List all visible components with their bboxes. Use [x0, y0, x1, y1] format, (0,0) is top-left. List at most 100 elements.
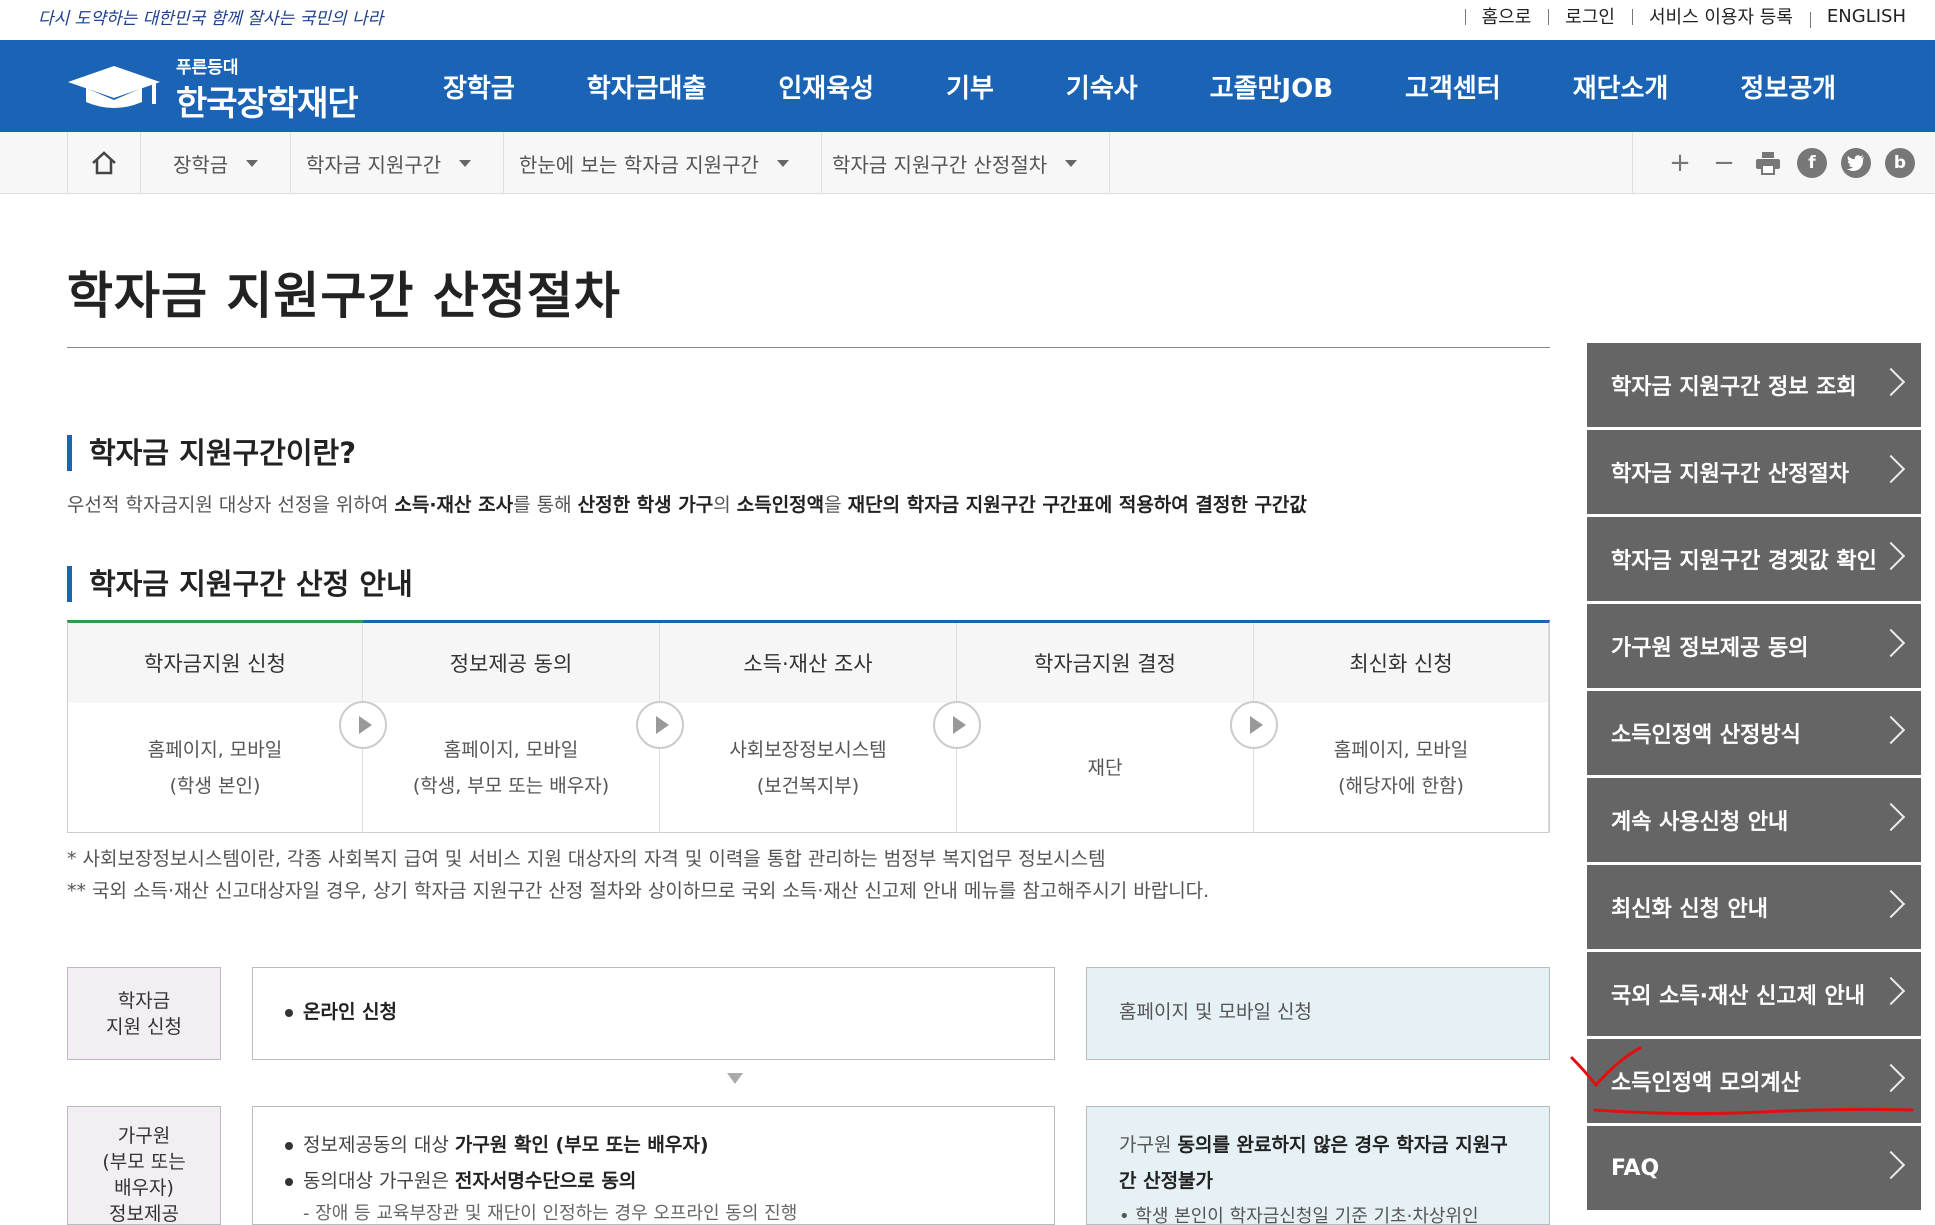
page-title: 학자금 지원구간 산정절차	[67, 267, 621, 325]
step-body: 사회보장정보시스템 (보건복지부)	[660, 703, 956, 833]
step-decision: 학자금지원 결정 재단	[957, 623, 1254, 833]
gnb-disclosure[interactable]: 정보공개	[1740, 68, 1836, 105]
kosaf-logo[interactable]: 푸른등대 한국장학재단	[68, 50, 368, 124]
side-item-faq[interactable]: FAQ	[1587, 1126, 1921, 1210]
play-arrow-icon	[933, 701, 981, 749]
gnb-customer-center[interactable]: 고객센터	[1405, 68, 1501, 105]
main-navigation: 푸른등대 한국장학재단 장학금 학자금대출 인재육성 기부 기숙사 고졸만JOB…	[0, 40, 1935, 132]
gnb-student-loan[interactable]: 학자금대출	[587, 68, 707, 105]
step-line: (해당자에 한함)	[1338, 775, 1464, 797]
step-body: 재단	[957, 703, 1253, 833]
row-label-line: (부모 또는	[102, 1151, 186, 1173]
home-button[interactable]	[67, 132, 141, 194]
side-item-label: 국외 소득·재산 신고제 안내	[1611, 984, 1865, 1009]
login-link[interactable]: 로그인	[1548, 3, 1632, 29]
row-info-consent: 가구원 동의를 완료하지 않은 경우 학자금 지원구간 산정불가 • 학생 본인…	[1086, 1106, 1550, 1225]
side-item-family-consent[interactable]: 가구원 정보제공 동의	[1587, 604, 1921, 688]
info-bold: 동의를 완료하지 않은 경우 학자금 지원구간 산정불가	[1119, 1134, 1508, 1192]
desc-bold: 소득인정액	[736, 494, 825, 516]
breadcrumb-label: 장학금	[173, 152, 229, 177]
row-info-apply: 홈페이지 및 모바일 신청	[1086, 967, 1550, 1060]
step-line: (보건복지부)	[756, 775, 860, 797]
breadcrumb-label: 학자금 지원구간	[306, 152, 442, 177]
side-item-label: FAQ	[1611, 1155, 1660, 1181]
breadcrumb-item-1[interactable]: 장학금	[141, 132, 292, 194]
chevron-down-icon	[1065, 159, 1078, 167]
row-label-line: 지원 신청	[106, 1015, 182, 1038]
side-item-update-guide[interactable]: 최신화 신청 안내	[1587, 865, 1921, 949]
gnb-menu: 장학금 학자금대출 인재육성 기부 기숙사 고졸만JOB 고객센터 재단소개 정…	[410, 40, 1836, 132]
list-item: 정보제공동의 대상 가구원 확인 (부모 또는 배우자)	[283, 1127, 1024, 1163]
breadcrumb-label: 학자금 지원구간 산정절차	[832, 152, 1048, 177]
step-investigation: 소득·재산 조사 사회보장정보시스템 (보건복지부)	[660, 623, 957, 833]
gnb-dormitory[interactable]: 기숙사	[1066, 68, 1138, 105]
side-item-label: 학자금 지원구간 정보 조회	[1611, 375, 1857, 400]
gnb-talent[interactable]: 인재육성	[778, 68, 874, 105]
side-item-label: 최신화 신청 안내	[1611, 897, 1768, 922]
chevron-down-icon	[459, 159, 472, 167]
chevron-down-icon	[776, 159, 789, 167]
step-title: 학자금지원 결정	[957, 623, 1253, 703]
twitter-icon[interactable]	[1841, 148, 1871, 178]
blog-icon[interactable]: b	[1885, 148, 1915, 178]
chevron-right-icon	[1876, 1150, 1906, 1180]
list-subitem: - 장애 등 교육부장관 및 재단이 인정하는 경우 오프라인 동의 진행	[303, 1203, 798, 1224]
breadcrumb: 장학금 학자금 지원구간 한눈에 보는 학자금 지원구간 학자금 지원구간 산정…	[0, 132, 1935, 194]
step-title: 학자금지원 신청	[68, 623, 362, 703]
row-label-line: 배우자)	[114, 1177, 174, 1199]
side-item-label: 가구원 정보제공 동의	[1611, 636, 1809, 661]
chevron-right-icon	[1876, 367, 1906, 397]
side-item-overseas[interactable]: 국외 소득·재산 신고제 안내	[1587, 952, 1921, 1036]
step-apply: 학자금지원 신청 홈페이지, 모바일 (학생 본인)	[68, 623, 363, 833]
home-link[interactable]: 홈으로	[1464, 3, 1549, 29]
list-text: 정보제공동의 대상	[303, 1134, 455, 1156]
english-link[interactable]: ENGLISH	[1809, 6, 1923, 28]
register-link[interactable]: 서비스 이용자 등록	[1631, 3, 1810, 29]
facebook-icon[interactable]: f	[1797, 148, 1827, 178]
list-bold: 전자서명수단으로 동의	[454, 1170, 637, 1192]
step-line: 사회보장정보시스템	[729, 739, 887, 761]
twitter-bird-icon	[1847, 155, 1864, 171]
side-item-continued-use[interactable]: 계속 사용신청 안내	[1587, 778, 1921, 862]
list-text: 동의대상 가구원은	[303, 1170, 455, 1192]
section-heading-guide: 학자금 지원구간 산정 안내	[67, 566, 413, 602]
breadcrumb-label: 한눈에 보는 학자금 지원구간	[519, 152, 759, 177]
zoom-out-button[interactable]: −	[1709, 148, 1739, 178]
step-body: 홈페이지, 모바일 (해당자에 한함)	[1254, 703, 1548, 833]
desc-part: 을	[824, 494, 848, 516]
breadcrumb-item-2[interactable]: 학자금 지원구간	[274, 132, 505, 194]
row-label-line: 학자금	[117, 989, 171, 1012]
breadcrumb-item-4[interactable]: 학자금 지원구간 산정절차	[800, 132, 1111, 194]
gnb-job[interactable]: 고졸만JOB	[1210, 68, 1333, 105]
side-item-label: 학자금 지원구간 산정절차	[1611, 462, 1849, 487]
chevron-right-icon	[1876, 454, 1906, 484]
play-arrow-icon	[1230, 701, 1278, 749]
step-title: 소득·재산 조사	[660, 623, 956, 703]
side-item-label: 소득인정액 모의계산	[1611, 1071, 1801, 1096]
desc-bold: 소득·재산 조사	[394, 494, 514, 516]
side-item-income-method[interactable]: 소득인정액 산정방식	[1587, 691, 1921, 775]
gnb-about[interactable]: 재단소개	[1573, 68, 1669, 105]
chevron-right-icon	[1876, 889, 1906, 919]
info-subitem: • 학생 본인이 학자금신청일 기준 기초·차상위인	[1119, 1206, 1479, 1225]
list-item: 동의대상 가구원은 전자서명수단으로 동의	[283, 1163, 1024, 1199]
side-item-mock-calc[interactable]: 소득인정액 모의계산	[1587, 1039, 1921, 1123]
side-item-procedure[interactable]: 학자금 지원구간 산정절차	[1587, 430, 1921, 514]
side-item-info-lookup[interactable]: 학자금 지원구간 정보 조회	[1587, 343, 1921, 427]
gnb-donation[interactable]: 기부	[946, 68, 994, 105]
utility-links: 홈으로 로그인 서비스 이용자 등록 ENGLISH	[1464, 0, 1923, 32]
zoom-in-button[interactable]: +	[1665, 148, 1695, 178]
step-line: 홈페이지, 모바일	[443, 739, 579, 761]
step-body: 홈페이지, 모바일 (학생, 부모 또는 배우자)	[363, 703, 659, 833]
print-button[interactable]	[1753, 148, 1783, 178]
page-tools: + − f b	[1632, 132, 1915, 194]
step-title: 정보제공 동의	[363, 623, 659, 703]
gnb-scholarship[interactable]: 장학금	[443, 68, 515, 105]
process-steps: 학자금지원 신청 홈페이지, 모바일 (학생 본인) 정보제공 동의 홈페이지,…	[67, 620, 1550, 833]
print-icon	[1756, 152, 1780, 175]
breadcrumb-item-3[interactable]: 한눈에 보는 학자금 지원구간	[487, 132, 822, 194]
side-item-label: 소득인정액 산정방식	[1611, 723, 1801, 748]
chevron-right-icon	[1876, 802, 1906, 832]
play-arrow-icon	[636, 701, 684, 749]
side-item-threshold[interactable]: 학자금 지원구간 경곗값 확인	[1587, 517, 1921, 601]
